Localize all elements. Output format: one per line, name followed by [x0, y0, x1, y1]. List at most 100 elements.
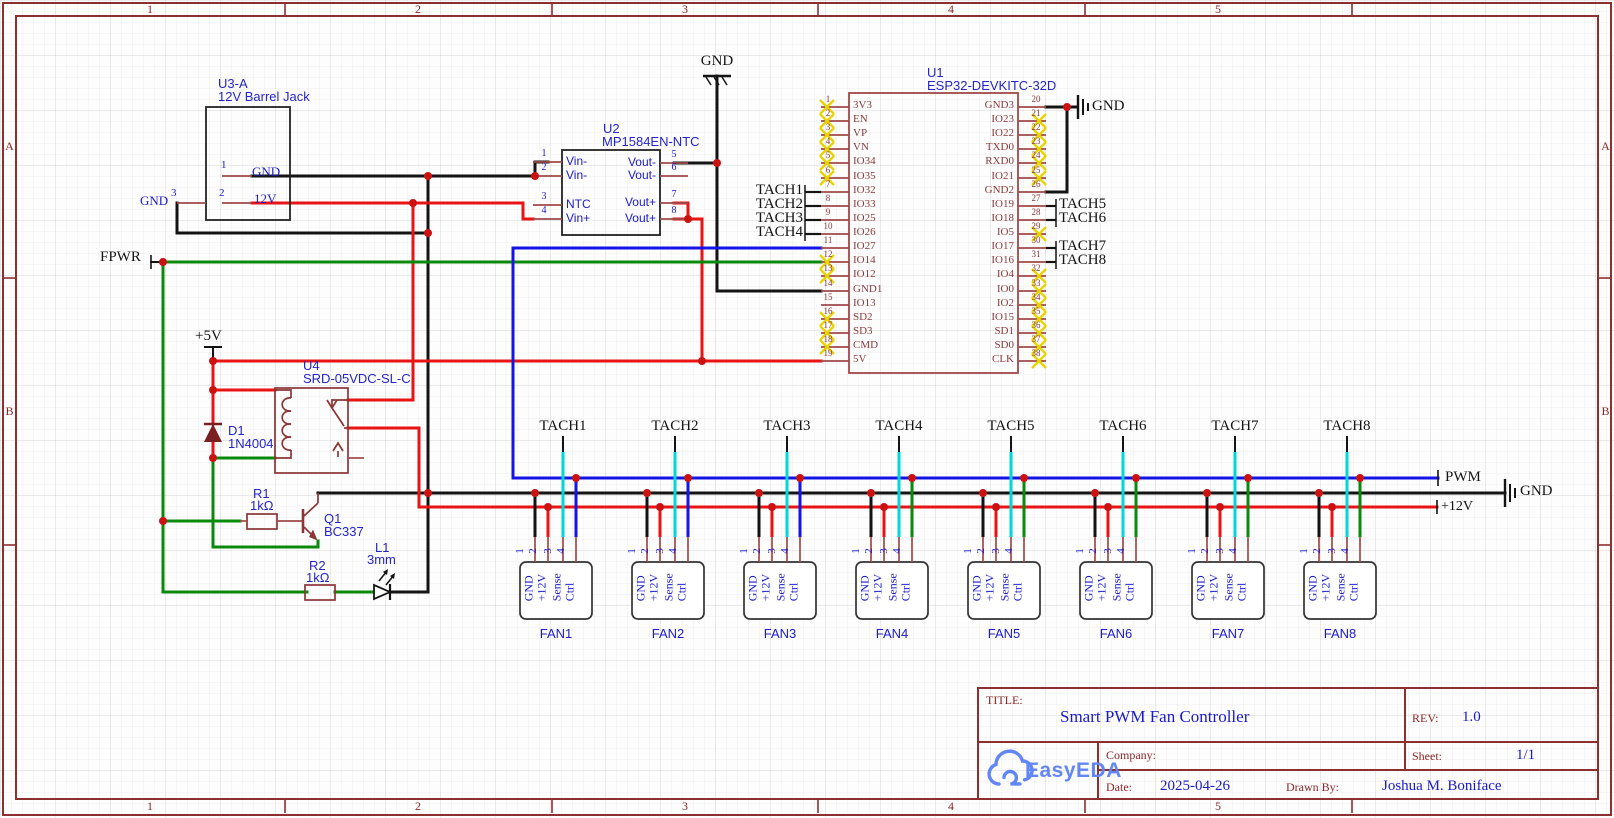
border-column-top: 5 [1208, 3, 1228, 16]
fan-label[interactable]: FAN4 [862, 627, 922, 641]
net-label-jack-12v[interactable]: 12V [254, 192, 276, 206]
junction-dot [992, 503, 1000, 511]
junction-dot [1020, 474, 1028, 482]
esp32-pin-name: IO21 [934, 171, 1014, 183]
esp32-pin-name: IO27 [853, 241, 876, 253]
junction-dot [755, 489, 763, 497]
border-column-bottom: 2 [408, 800, 428, 813]
u4-value[interactable]: SRD-05VDC-SL-C [303, 372, 411, 386]
net-label-tach-fan[interactable]: TACH7 [1200, 419, 1270, 435]
u2-value[interactable]: MP1584EN-NTC [602, 135, 700, 149]
fan-pin-name: GND [747, 549, 760, 601]
net-label-tach[interactable]: TACH6 [1059, 211, 1106, 227]
net-label-tach-fan[interactable]: TACH1 [528, 419, 598, 435]
r2-value[interactable]: 1kΩ [306, 571, 329, 585]
fan-pin-name: GND [635, 549, 648, 601]
fan-pin-name: Ctrl [1124, 549, 1137, 601]
net-label-tach[interactable]: TACH4 [727, 225, 803, 241]
fan-pin-name: GND [971, 549, 984, 601]
resistor-r2-symbol[interactable] [305, 585, 335, 600]
fan-label[interactable]: FAN6 [1086, 627, 1146, 641]
esp32-pin-name: SD1 [934, 326, 1014, 338]
q1-value[interactable]: BC337 [324, 525, 364, 539]
fan-label[interactable]: FAN5 [974, 627, 1034, 641]
junction-dot [880, 503, 888, 511]
net-label-tach[interactable]: TACH8 [1059, 253, 1106, 269]
u3-value[interactable]: 12V Barrel Jack [218, 90, 310, 104]
esp32-pin-name: IO23 [934, 114, 1014, 126]
u2-pin-number: 5 [664, 150, 684, 161]
net-label-jack-gnd-left[interactable]: GND [140, 194, 168, 208]
esp32-pin-number: 23 [1022, 137, 1050, 146]
esp32-pin-number: 31 [1022, 250, 1050, 259]
junction-dot [867, 489, 875, 497]
junction-dot [698, 357, 706, 365]
esp32-pin-number: 16 [814, 307, 842, 316]
net-label-tach-fan[interactable]: TACH6 [1088, 419, 1158, 435]
led-symbol[interactable] [374, 569, 395, 600]
rev-value[interactable]: 1.0 [1462, 710, 1481, 726]
fan-pin-name: Ctrl [900, 549, 913, 601]
r1-value[interactable]: 1kΩ [250, 499, 273, 513]
fan-pin-name: GND [1307, 549, 1320, 601]
fan-pin-name: GND [523, 549, 536, 601]
esp32-pin-name: SD3 [853, 326, 873, 338]
esp32-pin-number: 37 [1022, 335, 1050, 344]
esp32-pin-name: VN [853, 142, 869, 154]
net-label-tach-fan[interactable]: TACH2 [640, 419, 710, 435]
net-label-jack-gnd[interactable]: GND [252, 165, 280, 179]
net-label-fpwr[interactable]: FPWR [100, 250, 141, 266]
esp32-pin-name: IO16 [934, 255, 1014, 267]
net-label-tach-fan[interactable]: TACH3 [752, 419, 822, 435]
diode-symbol[interactable] [204, 424, 222, 442]
esp32-pin-number: 25 [1022, 166, 1050, 175]
net-label-tach-fan[interactable]: TACH4 [864, 419, 934, 435]
net-label-tach-fan[interactable]: TACH5 [976, 419, 1046, 435]
net-label-gnd-esp[interactable]: GND [1092, 99, 1125, 115]
u3-pin2-num: 2 [219, 188, 225, 200]
fan-label[interactable]: FAN7 [1198, 627, 1258, 641]
junction-dot [1063, 103, 1071, 111]
easyeda-logo-text: EasyEDA [1025, 760, 1122, 782]
net-label-pwm[interactable]: PWM [1445, 470, 1481, 486]
title-label: TITLE: [986, 694, 1023, 707]
esp32-pin-number: 17 [814, 321, 842, 330]
net-label-gnd-top[interactable]: GND [697, 54, 737, 70]
net-label-gnd-right[interactable]: GND [1520, 484, 1553, 500]
sheet-value[interactable]: 1/1 [1516, 748, 1535, 764]
fan-label[interactable]: FAN8 [1310, 627, 1370, 641]
net-label-12v-rail[interactable]: +12V [1441, 500, 1473, 515]
resistor-r1-symbol[interactable] [240, 514, 303, 529]
fan-label[interactable]: FAN2 [638, 627, 698, 641]
u1-value[interactable]: ESP32-DEVKITC-32D [927, 79, 1056, 93]
esp32-pin-name: IO34 [853, 156, 876, 168]
junction-dot [424, 172, 432, 180]
u2-pin-name: NTC [566, 198, 591, 211]
net-label-plus5v[interactable]: +5V [195, 329, 222, 345]
esp32-pin-name: IO25 [853, 213, 876, 225]
junction-dot [1216, 503, 1224, 511]
esp32-pin-number: 3 [814, 123, 842, 132]
d1-value[interactable]: 1N4004 [228, 437, 274, 451]
fan-label[interactable]: FAN1 [526, 627, 586, 641]
fan-pin-name: Ctrl [1236, 549, 1249, 601]
u2-pin-name: Vin- [566, 155, 587, 168]
net-label-tach-fan[interactable]: TACH8 [1312, 419, 1382, 435]
esp32-pin-name: GND2 [934, 185, 1014, 197]
fpwr-wires-green[interactable] [163, 262, 821, 592]
esp32-pin-number: 4 [814, 137, 842, 146]
drawn-by-value[interactable]: Joshua M. Boniface [1382, 779, 1502, 795]
fan-pin-name: +12V [648, 549, 661, 601]
esp32-pin-name: CLK [934, 354, 1014, 366]
schematic-drawing [0, 0, 1614, 818]
l1-value[interactable]: 3mm [367, 553, 396, 567]
sheet-title[interactable]: Smart PWM Fan Controller [1060, 708, 1249, 726]
junction-dot [424, 229, 432, 237]
esp32-pin-name: IO15 [934, 312, 1014, 324]
fan-pin-name: +12V [1096, 549, 1109, 601]
fan-pin-name: Sense [887, 549, 900, 601]
transistor-symbol[interactable] [303, 493, 318, 541]
u2-pin-name: Vout- [596, 156, 656, 169]
date-value[interactable]: 2025-04-26 [1160, 779, 1230, 795]
fan-label[interactable]: FAN3 [750, 627, 810, 641]
